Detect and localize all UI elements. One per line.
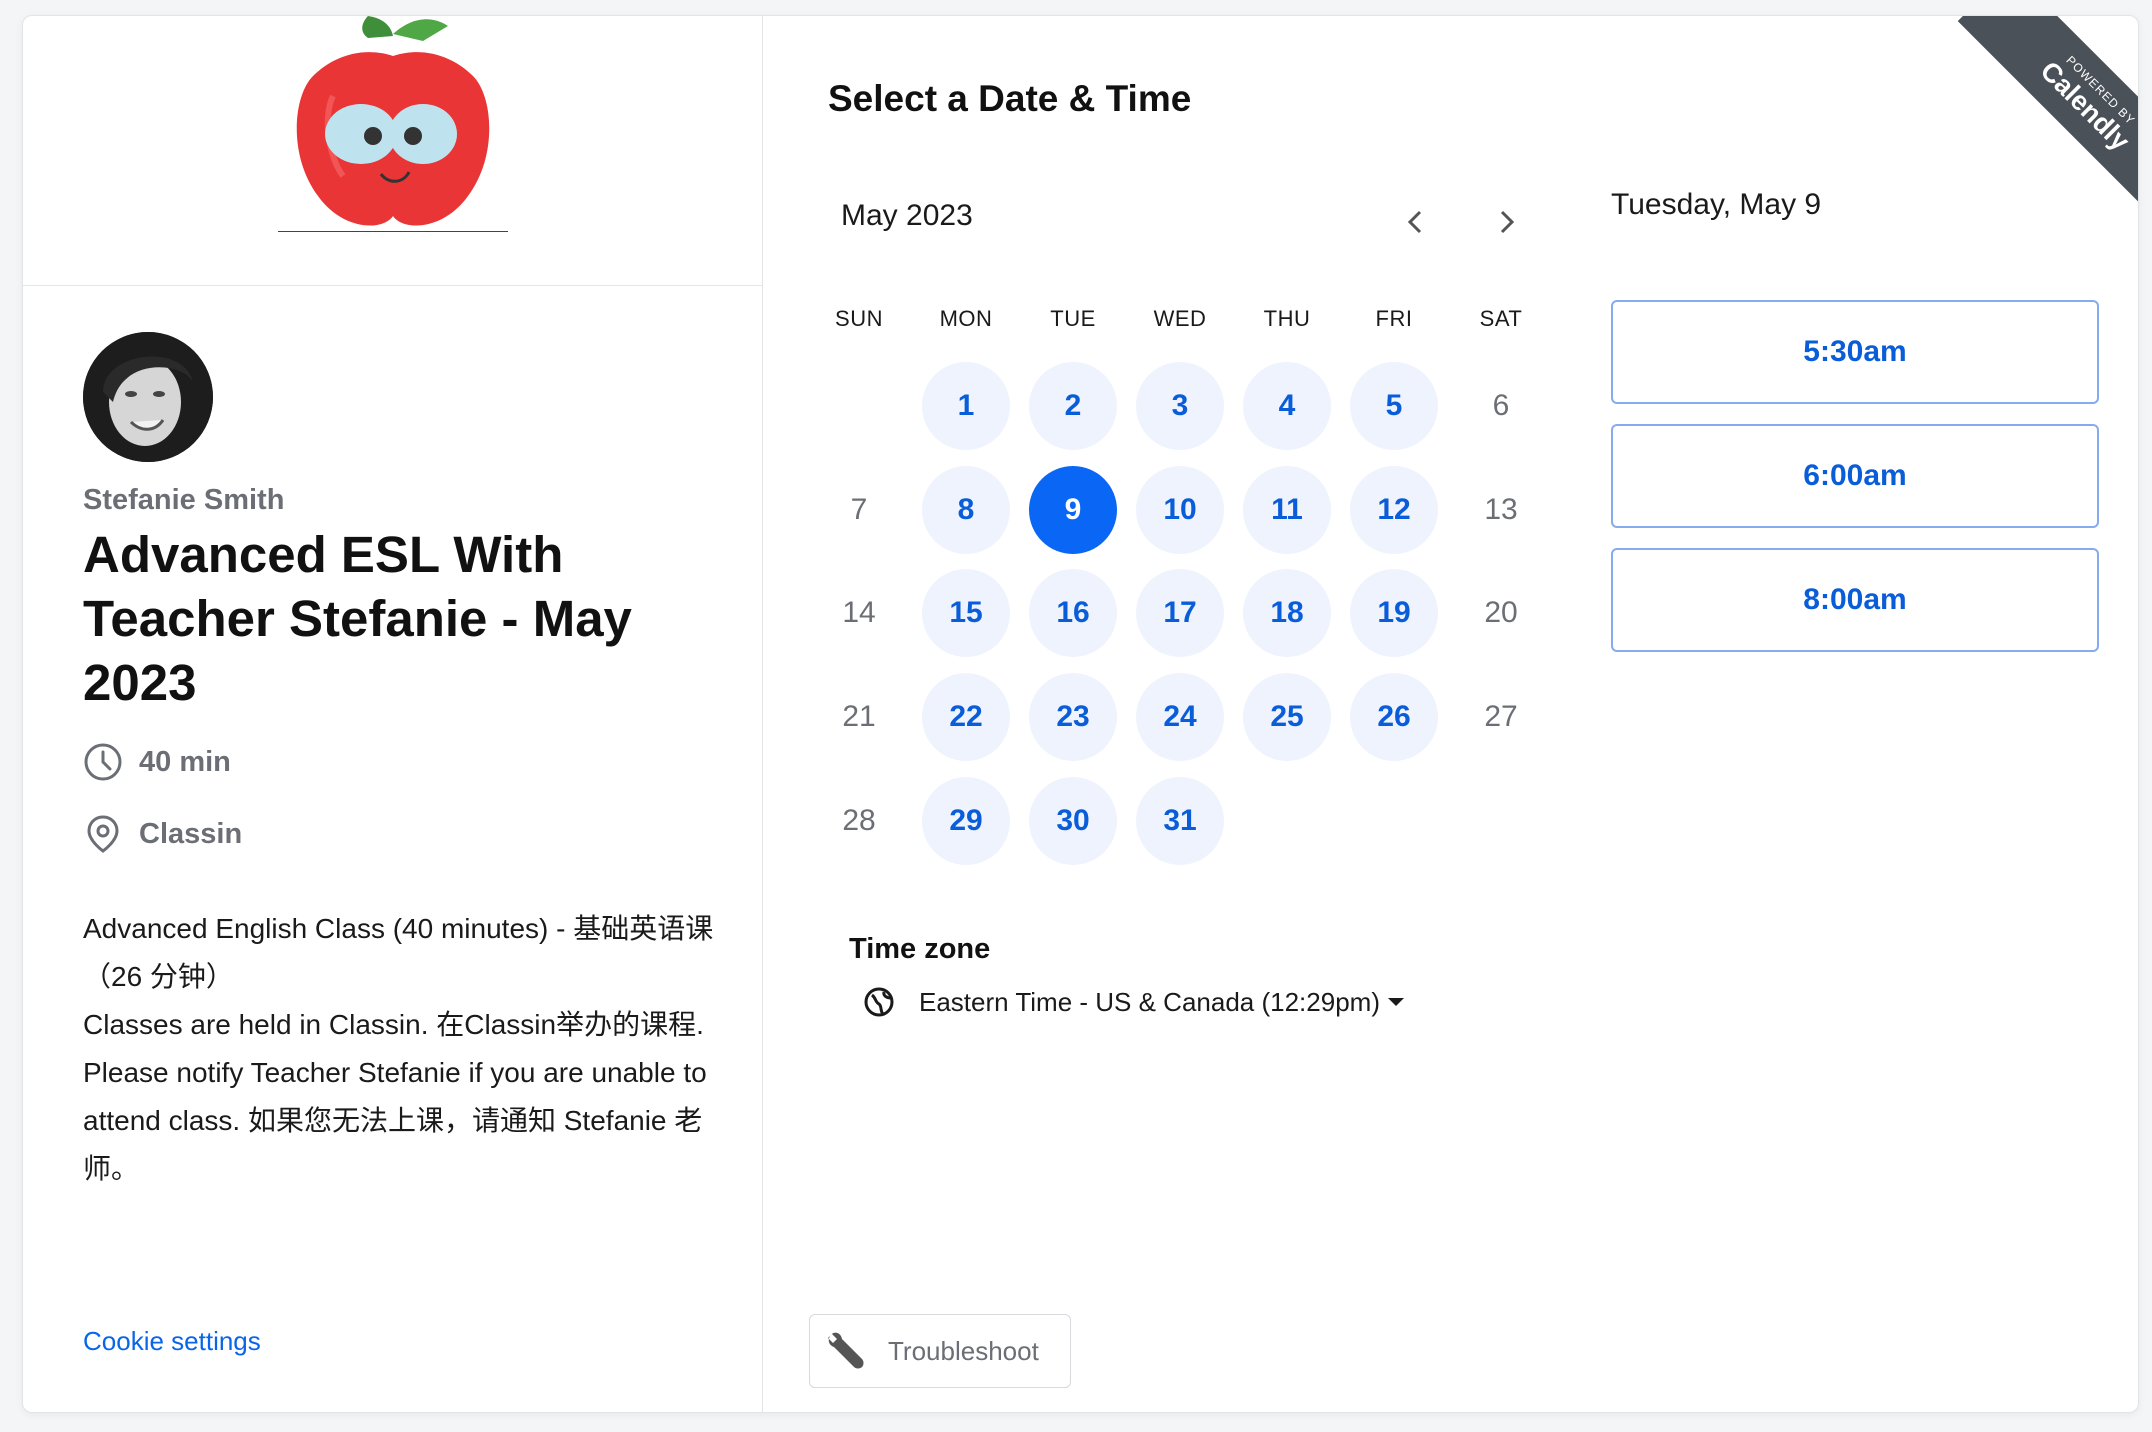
calendar-day-2[interactable]: 2 — [1029, 362, 1117, 450]
calendar-day-26[interactable]: 26 — [1350, 673, 1438, 761]
calendar-day-29[interactable]: 29 — [922, 777, 1010, 865]
next-month-button[interactable] — [1485, 200, 1529, 244]
calendar-day-10[interactable]: 10 — [1136, 466, 1224, 554]
avatar — [83, 332, 213, 462]
duration-text: 40 min — [139, 745, 231, 778]
booking-card: Stefanie Smith Advanced ESL With Teacher… — [22, 15, 2139, 1413]
calendar-day-19[interactable]: 19 — [1350, 569, 1438, 657]
weekday-tue: TUE — [1050, 306, 1096, 331]
description-line: Please notify Teacher Stefanie if you ar… — [83, 1057, 707, 1184]
time-slot-button[interactable]: 8:00am — [1611, 548, 2099, 652]
previous-month-button[interactable] — [1393, 200, 1437, 244]
logo-underline — [278, 231, 508, 232]
troubleshoot-button[interactable]: Troubleshoot — [809, 1314, 1071, 1388]
scheduler-panel: Select a Date & Time May 2023 SUN MON TUE W… — [763, 16, 2138, 1412]
weekday-mon: MON — [939, 306, 993, 331]
calendar-day-22[interactable]: 22 — [922, 673, 1010, 761]
duration-row: 40 min — [83, 737, 723, 787]
chevron-right-icon — [1500, 210, 1515, 234]
calendar-day-1[interactable]: 1 — [922, 362, 1010, 450]
host-photo — [83, 332, 213, 462]
weekday-sun: SUN — [835, 306, 883, 331]
wrench-icon — [828, 1332, 864, 1369]
weekday-wed: WED — [1153, 306, 1207, 331]
event-description: Advanced English Class (40 minutes) - 基础… — [83, 905, 723, 1193]
weekday-fri: FRI — [1375, 306, 1413, 331]
description-line: Classes are held in Classin. 在Classin举办的… — [83, 1009, 704, 1040]
calendar-day-3[interactable]: 3 — [1136, 362, 1224, 450]
month-label: May 2023 — [841, 199, 973, 232]
description-line: Advanced English Class (40 minutes) - 基础… — [83, 913, 714, 992]
calendar-day-5[interactable]: 5 — [1350, 362, 1438, 450]
clock-icon — [84, 743, 122, 781]
timezone-value: Eastern Time - US & Canada (12:29pm) — [919, 986, 1380, 1017]
logo-area — [23, 16, 762, 286]
calendar-day-20: 20 — [1484, 596, 1518, 629]
page-title: Select a Date & Time — [828, 78, 1192, 119]
event-title: Advanced ESL With Teacher Stefanie - May… — [83, 526, 632, 711]
host-name: Stefanie Smith — [83, 484, 285, 516]
calendar-day-6: 6 — [1492, 389, 1510, 422]
calendar-day-30[interactable]: 30 — [1029, 777, 1117, 865]
apple-logo — [296, 16, 490, 226]
weekday-sat: SAT — [1479, 306, 1523, 331]
calendar-day-21: 21 — [842, 700, 876, 733]
calendar-day-28: 28 — [842, 804, 876, 837]
time-slot-button[interactable]: 6:00am — [1611, 424, 2099, 528]
calendar-day-4[interactable]: 4 — [1243, 362, 1331, 450]
weekday-thu: THU — [1263, 306, 1311, 331]
calendar-day-24[interactable]: 24 — [1136, 673, 1224, 761]
selected-date-label: Tuesday, May 9 — [1611, 188, 1822, 221]
calendar-day-12[interactable]: 12 — [1350, 466, 1438, 554]
calendar-day-31[interactable]: 31 — [1136, 777, 1224, 865]
calendar-day-8[interactable]: 8 — [922, 466, 1010, 554]
calendar-day-13: 13 — [1484, 493, 1518, 526]
cookie-settings-link[interactable]: Cookie settings — [83, 1326, 261, 1357]
calendar-day-7: 7 — [850, 493, 868, 526]
location-text: Classin — [139, 817, 243, 850]
calendar-day-9[interactable]: 9 — [1029, 466, 1117, 554]
calendar-day-16[interactable]: 16 — [1029, 569, 1117, 657]
timezone-label: Time zone — [849, 933, 991, 965]
calendar-day-27: 27 — [1484, 700, 1518, 733]
calendar-day-15[interactable]: 15 — [922, 569, 1010, 657]
calendar-day-17[interactable]: 17 — [1136, 569, 1224, 657]
time-slot-button[interactable]: 5:30am — [1611, 300, 2099, 404]
troubleshoot-label: Troubleshoot — [888, 1335, 1039, 1366]
powered-by-ribbon[interactable]: POWERED BY Calendly — [1930, 16, 2138, 226]
calendar-day-11[interactable]: 11 — [1243, 466, 1331, 554]
event-details-panel: Stefanie Smith Advanced ESL With Teacher… — [23, 16, 763, 1412]
location-row: Classin — [83, 809, 723, 859]
timezone-selector[interactable]: Eastern Time - US & Canada (12:29pm) — [863, 986, 1404, 1018]
event-info: Stefanie Smith Advanced ESL With Teacher… — [83, 332, 723, 1193]
caret-down-icon — [1387, 998, 1404, 1006]
calendar-day-14: 14 — [842, 596, 876, 629]
calendar-day-18[interactable]: 18 — [1243, 569, 1331, 657]
location-pin-icon — [87, 815, 119, 853]
globe-icon — [864, 987, 894, 1017]
chevron-left-icon — [1407, 210, 1422, 234]
calendar-day-23[interactable]: 23 — [1029, 673, 1117, 761]
calendar-day-25[interactable]: 25 — [1243, 673, 1331, 761]
